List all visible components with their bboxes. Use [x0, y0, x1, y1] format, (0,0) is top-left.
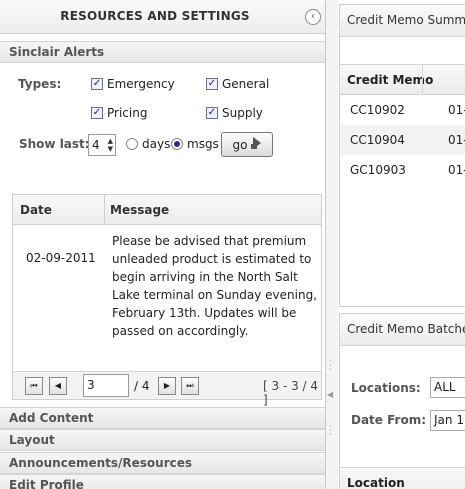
card-title: Credit Memo Batches — [340, 314, 465, 346]
panel-title: RESOURCES AND SETTINGS — [60, 9, 250, 23]
go-button[interactable]: go — [221, 132, 273, 157]
table-header: Credit Memo — [340, 64, 465, 95]
next-page-icon[interactable]: ▶ — [158, 377, 176, 395]
alert-message: Please be advised that premium unleaded … — [112, 234, 318, 338]
locations-label: Locations: — [351, 381, 421, 395]
section-sinclair-alerts[interactable]: Sinclair Alerts — [0, 41, 325, 63]
memo-date: 01- — [448, 103, 465, 117]
radio-msgs[interactable]: msgs — [171, 137, 219, 151]
column-divider — [104, 195, 105, 225]
checkbox-label: Supply — [222, 106, 263, 120]
memo-id: CC10902 — [350, 103, 405, 117]
prev-page-icon[interactable]: ◀ — [49, 377, 67, 395]
memo-date: 01- — [448, 133, 465, 147]
radio-label: msgs — [187, 137, 219, 151]
section-edit-profile[interactable]: Edit Profile — [0, 474, 325, 489]
radio-label: days — [142, 137, 171, 151]
column-date[interactable]: Date — [20, 203, 52, 217]
section-announcements[interactable]: Announcements/Resources — [0, 452, 325, 474]
checkbox-icon[interactable]: ✓ — [91, 78, 103, 90]
page-number-input[interactable]: 3 — [83, 374, 129, 397]
table-row[interactable]: GC10903 01- — [340, 155, 465, 185]
locations-select[interactable]: ALL — [430, 377, 465, 398]
last-page-icon[interactable]: ⏭ — [181, 377, 199, 395]
splitter-arrow-icon[interactable]: ◀ — [327, 390, 333, 399]
arrow-right-icon — [251, 137, 262, 152]
splitter-grip-icon[interactable]: · · · — [329, 358, 332, 374]
first-page-icon[interactable]: ⏮ — [25, 377, 43, 395]
radio-icon[interactable] — [126, 138, 138, 150]
radio-selected-icon[interactable] — [171, 138, 183, 150]
radio-days[interactable]: days — [126, 137, 170, 151]
show-last-stepper[interactable]: 4 ▲ ▼ — [88, 134, 116, 156]
column-credit-memo[interactable]: Credit Memo — [347, 73, 433, 87]
alerts-table: Date Message 02-09-2011 Please be advise… — [12, 194, 322, 407]
checkbox-pricing[interactable]: ✓ Pricing — [91, 106, 147, 120]
column-message[interactable]: Message — [110, 203, 169, 217]
panel-header: RESOURCES AND SETTINGS ‹ — [0, 0, 325, 34]
column-divider — [422, 65, 423, 95]
show-last-label: Show last: — [19, 137, 90, 151]
checkbox-label: General — [222, 77, 270, 91]
splitter-grip-icon[interactable]: · · · — [329, 423, 332, 439]
card-title: Credit Memo Summary — [340, 5, 465, 37]
section-layout[interactable]: Layout — [0, 429, 325, 451]
stepper-value[interactable]: 4 — [92, 138, 100, 152]
column-location[interactable]: Location — [340, 467, 465, 489]
types-label: Types: — [18, 77, 62, 91]
checkbox-label: Pricing — [107, 106, 148, 120]
page-range: [ 3 - 3 / 4 ] — [263, 379, 319, 407]
date-from-field[interactable]: Jan 1, — [430, 410, 465, 431]
memo-date: 01- — [448, 163, 465, 177]
checkbox-icon[interactable]: ✓ — [91, 107, 103, 119]
checkbox-icon[interactable]: ✓ — [206, 107, 218, 119]
pagination-bar: ⏮ ◀ 3 / 4 ▶ ⏭ [ 3 - 3 / 4 ] — [13, 371, 321, 407]
credit-memo-batches-card: Credit Memo Batches Locations: ALL Date … — [339, 313, 465, 489]
page-total: / 4 — [134, 379, 150, 393]
panel-splitter[interactable]: · · · ◀ · · · — [326, 0, 338, 489]
go-label: go — [232, 137, 248, 152]
collapse-panel-icon[interactable]: ‹ — [305, 9, 321, 25]
checkbox-general[interactable]: ✓ General — [206, 77, 269, 91]
checkbox-supply[interactable]: ✓ Supply — [206, 106, 263, 120]
memo-id: CC10904 — [350, 133, 405, 147]
checkbox-icon[interactable]: ✓ — [206, 78, 218, 90]
resources-settings-panel: RESOURCES AND SETTINGS ‹ Sinclair Alerts… — [0, 0, 326, 489]
stepper-arrows-icon[interactable]: ▲ ▼ — [108, 137, 113, 153]
table-row[interactable]: CC10902 01- — [340, 95, 465, 125]
alert-date: 02-09-2011 — [26, 251, 96, 265]
table-header: Date Message — [13, 195, 321, 225]
credit-memo-summary-card: Credit Memo Summary Credit Memo CC10902 … — [339, 4, 465, 307]
checkbox-label: Emergency — [107, 77, 175, 91]
table-row[interactable]: CC10904 01- — [340, 125, 465, 155]
date-from-label: Date From: — [351, 413, 427, 427]
section-add-content[interactable]: Add Content — [0, 407, 325, 429]
memo-id: GC10903 — [350, 163, 406, 177]
checkbox-emergency[interactable]: ✓ Emergency — [91, 77, 175, 91]
